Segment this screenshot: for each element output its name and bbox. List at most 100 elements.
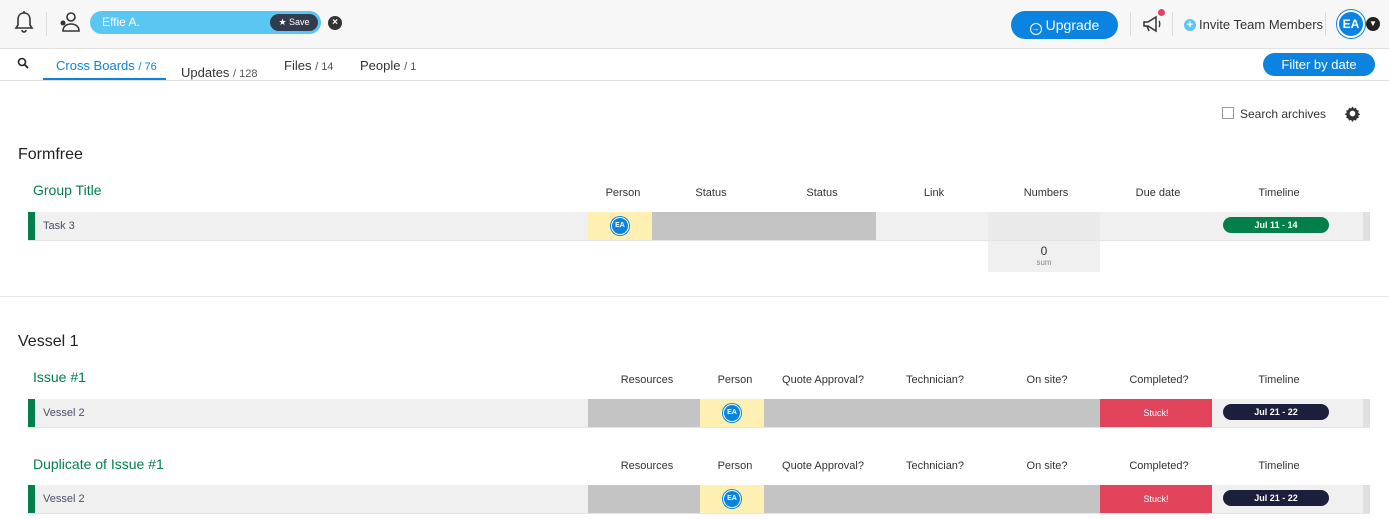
board-divider (0, 296, 1389, 297)
separator (1172, 12, 1173, 36)
row-separator (28, 427, 1370, 428)
resources-cell[interactable] (588, 485, 700, 513)
row-end-cap (1363, 399, 1370, 427)
tab-updates[interactable]: Updates / 128 (181, 65, 258, 80)
user-avatar[interactable]: EA (1337, 10, 1365, 38)
column-header: Resources (620, 460, 674, 472)
group-title[interactable]: Duplicate of Issue #1 (33, 456, 164, 472)
avatar: EA (611, 217, 629, 235)
table-row[interactable]: Task 3 EA Jul 11 - 14 (28, 212, 1370, 240)
column-header: Link (923, 187, 945, 199)
status-cell[interactable] (652, 212, 876, 240)
column-header: Person (717, 374, 753, 386)
link-cell[interactable] (876, 212, 988, 240)
gear-icon[interactable] (1344, 105, 1361, 122)
row-color-bar (28, 485, 35, 513)
column-header: On site? (1026, 460, 1068, 472)
group-title[interactable]: Group Title (33, 182, 101, 198)
filter-by-date-button[interactable]: Filter by date (1263, 53, 1375, 76)
invite-label: Invite Team Members (1199, 17, 1324, 32)
save-filter-button[interactable]: ★ Save (270, 14, 318, 31)
person-cell[interactable]: EA (700, 485, 764, 513)
column-header: Completed? (1129, 374, 1189, 386)
row-end-cap (1363, 212, 1370, 240)
completed-status-cell[interactable]: Stuck! (1100, 399, 1212, 427)
notification-dot (1158, 9, 1165, 16)
timeline-cell[interactable]: Jul 21 - 22 (1212, 399, 1363, 427)
megaphone-icon[interactable] (1141, 13, 1163, 35)
column-header: Resources (620, 374, 674, 386)
column-header: Status (695, 187, 727, 199)
table-row[interactable]: Vessel 2 EA Stuck! Jul 21 - 22 (28, 399, 1370, 427)
numbers-summary: 0 sum (988, 241, 1100, 272)
group-title[interactable]: Issue #1 (33, 369, 86, 385)
column-header: Quote Approval? (782, 374, 864, 386)
column-header: Due date (1135, 187, 1181, 199)
filter-chip-name: Effie A. (102, 15, 140, 29)
star-icon: ★ (278, 17, 287, 27)
tab-count: / 128 (233, 68, 258, 80)
caret-down-icon[interactable]: ▼ (1366, 17, 1380, 31)
upgrade-button[interactable]: → Upgrade (1011, 11, 1118, 39)
plus-icon: + (1184, 18, 1196, 31)
tab-label: Cross Boards (56, 58, 135, 73)
separator (1325, 12, 1326, 36)
status-cells[interactable] (764, 399, 1100, 427)
tab-label: Files (284, 58, 312, 73)
item-name[interactable]: Task 3 (35, 212, 588, 240)
tab-count: / 1 (404, 61, 417, 73)
tab-label: Updates (181, 65, 230, 80)
board-title[interactable]: Formfree (18, 146, 83, 164)
avatar: EA (723, 404, 741, 422)
avatar: EA (723, 490, 741, 508)
column-header: Quote Approval? (782, 460, 864, 472)
resources-cell[interactable] (588, 399, 700, 427)
column-header: Status (806, 187, 838, 199)
board-title[interactable]: Vessel 1 (18, 333, 78, 351)
person-filter-chip[interactable]: Effie A. ★ Save (90, 11, 321, 34)
row-separator (28, 513, 1370, 514)
tab-files[interactable]: Files / 14 (284, 58, 333, 73)
column-header: Person (605, 187, 641, 199)
arrow-right-icon: → (1029, 23, 1042, 35)
column-header: Technician? (905, 460, 965, 472)
column-header: On site? (1026, 374, 1068, 386)
column-header: Technician? (905, 374, 965, 386)
table-row[interactable]: Vessel 2 EA Stuck! Jul 21 - 22 (28, 485, 1370, 513)
tab-cross-boards[interactable]: Cross Boards / 76 (56, 58, 157, 73)
row-end-cap (1363, 485, 1370, 513)
column-header: Numbers (1023, 187, 1069, 199)
search-archives-checkbox[interactable] (1222, 107, 1234, 119)
invite-team-members-button[interactable]: + Invite Team Members (1184, 17, 1323, 32)
active-tab-indicator (43, 78, 166, 80)
column-header: Completed? (1129, 460, 1189, 472)
item-name[interactable]: Vessel 2 (35, 399, 588, 427)
numbers-cell[interactable] (988, 212, 1100, 240)
column-header: Person (717, 460, 753, 472)
tab-label: People (360, 58, 401, 73)
timeline-pill: Jul 21 - 22 (1223, 404, 1329, 420)
person-cell[interactable]: EA (588, 212, 652, 240)
timeline-cell[interactable]: Jul 21 - 22 (1212, 485, 1363, 513)
separator (1130, 12, 1131, 36)
timeline-pill: Jul 11 - 14 (1223, 217, 1329, 233)
person-cell[interactable]: EA (700, 399, 764, 427)
summary-label: sum (1036, 258, 1052, 267)
bell-icon[interactable] (12, 10, 36, 34)
timeline-pill: Jul 21 - 22 (1223, 490, 1329, 506)
separator (46, 12, 47, 36)
tab-people[interactable]: People / 1 (360, 58, 416, 73)
completed-status-cell[interactable]: Stuck! (1100, 485, 1212, 513)
row-color-bar (28, 399, 35, 427)
summary-value: 0 (1040, 244, 1048, 258)
due-date-cell[interactable] (1100, 212, 1212, 240)
column-header: Timeline (1258, 460, 1300, 472)
status-cells[interactable] (764, 485, 1100, 513)
close-icon[interactable]: × (328, 16, 342, 30)
search-archives-label: Search archives (1240, 107, 1327, 121)
column-header: Timeline (1258, 374, 1300, 386)
search-icon[interactable] (17, 57, 29, 69)
timeline-cell[interactable]: Jul 11 - 14 (1212, 212, 1363, 240)
item-name[interactable]: Vessel 2 (35, 485, 588, 513)
person-filter-icon[interactable] (58, 10, 82, 34)
